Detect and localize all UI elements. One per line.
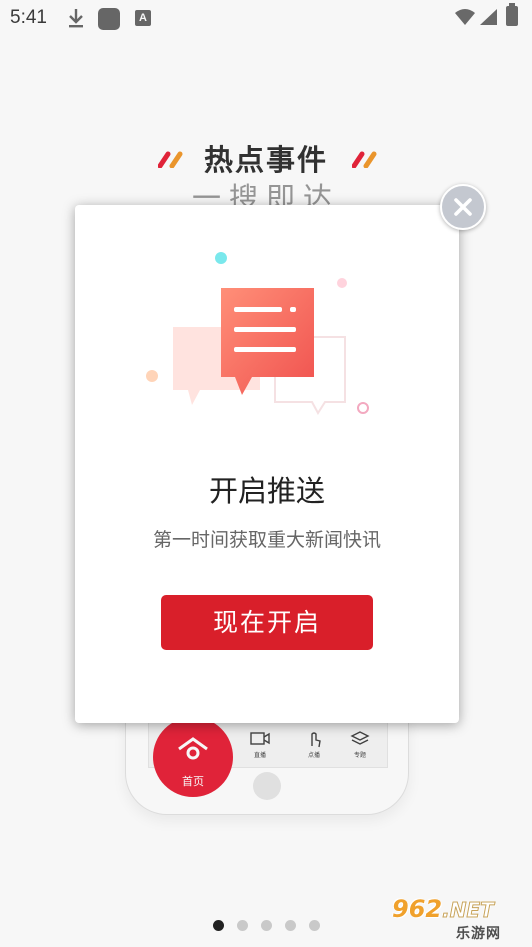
close-button[interactable] [440,184,486,230]
watermark-main: 962.NET [392,895,494,923]
page-dot-1[interactable] [213,920,224,931]
page-dot-2[interactable] [237,920,248,931]
page-dot-3[interactable] [261,920,272,931]
watermark-sub: 乐游网 [456,926,501,942]
dialog-title: 开启推送 [208,474,325,508]
dialog-description: 第一时间获取重大新闻快讯 [152,529,381,551]
watermark-number: 962 [392,895,443,923]
page-dot-4[interactable] [285,920,296,931]
watermark-logo: 962.NET 乐游网 [392,895,528,943]
chat-bubbles-illustration [140,245,400,425]
watermark-suffix: .NET [442,898,495,923]
push-notification-dialog: 开启推送 第一时间获取重大新闻快讯 现在开启 [75,205,459,723]
page-dot-5[interactable] [309,920,320,931]
enable-now-button[interactable]: 现在开启 [161,595,373,650]
close-icon [454,198,472,216]
